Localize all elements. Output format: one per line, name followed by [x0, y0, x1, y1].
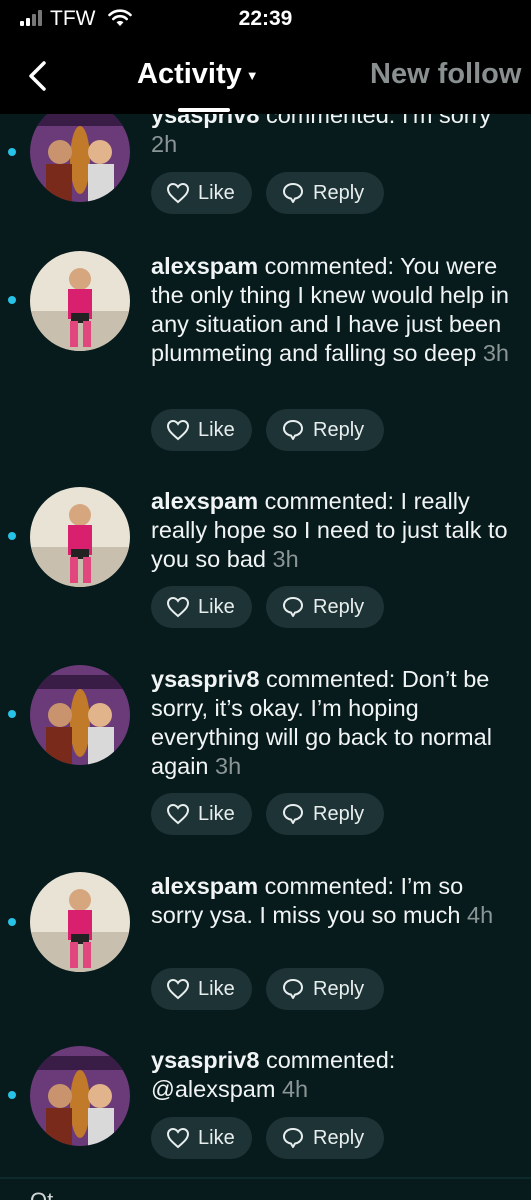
heart-icon: [166, 182, 190, 204]
avatar[interactable]: [30, 665, 130, 765]
unread-dot: [8, 532, 16, 540]
reply-label: Reply: [313, 595, 365, 618]
like-button[interactable]: Like: [151, 586, 252, 628]
next-section-heading: Ot: [30, 1188, 53, 1200]
timestamp: 4h: [281, 1076, 309, 1102]
like-button[interactable]: Like: [151, 793, 252, 835]
username[interactable]: ysaspriv8: [151, 666, 259, 692]
avatar[interactable]: [30, 102, 130, 202]
like-button[interactable]: Like: [151, 172, 252, 214]
reply-button[interactable]: Reply: [266, 409, 384, 451]
unread-dot: [8, 710, 16, 718]
tab-activity[interactable]: Activity ▼: [137, 58, 259, 91]
top-bar: TFW 22:39 Activity ▼ New follow: [0, 0, 531, 114]
reply-label: Reply: [313, 977, 365, 1000]
username[interactable]: alexspam: [151, 488, 258, 514]
like-label: Like: [198, 977, 235, 1000]
username[interactable]: ysaspriv8: [151, 1047, 259, 1073]
active-tab-indicator: [178, 108, 230, 112]
reply-label: Reply: [313, 418, 365, 441]
username[interactable]: alexspam: [151, 873, 258, 899]
unread-dot: [8, 148, 16, 156]
like-button[interactable]: Like: [151, 1117, 252, 1159]
timestamp: 3h: [215, 753, 242, 779]
action-label: commented:: [264, 488, 394, 514]
like-label: Like: [198, 802, 235, 825]
comment-text: ysaspriv8 commented: Don’t be sorry, it’…: [151, 665, 521, 781]
like-label: Like: [198, 595, 235, 618]
like-label: Like: [198, 1126, 235, 1149]
reply-label: Reply: [313, 802, 365, 825]
reply-label: Reply: [313, 1126, 365, 1149]
avatar[interactable]: [30, 251, 130, 351]
reply-button[interactable]: Reply: [266, 793, 384, 835]
action-label: commented:: [265, 1047, 396, 1073]
reply-button[interactable]: Reply: [266, 586, 384, 628]
like-button[interactable]: Like: [151, 409, 252, 451]
speech-bubble-icon: [283, 183, 303, 203]
avatar[interactable]: [30, 1046, 130, 1146]
timestamp: 4h: [467, 902, 494, 928]
timestamp: 3h: [482, 340, 509, 366]
reply-button[interactable]: Reply: [266, 172, 384, 214]
action-label: commented:: [264, 253, 394, 279]
speech-bubble-icon: [283, 420, 303, 440]
speech-bubble-icon: [283, 1128, 303, 1148]
action-label: commented:: [264, 873, 394, 899]
unread-dot: [8, 296, 16, 304]
comment-text: ysaspriv8 commented: @alexspam 4h: [151, 1046, 521, 1104]
timestamp: 2h: [151, 131, 178, 157]
tab-activity-label: Activity: [137, 58, 242, 90]
unread-dot: [8, 1091, 16, 1099]
section-divider: [0, 1177, 531, 1179]
heart-icon: [166, 596, 190, 618]
timestamp: 3h: [272, 546, 299, 572]
heart-icon: [166, 419, 190, 441]
reply-button[interactable]: Reply: [266, 1117, 384, 1159]
reply-label: Reply: [313, 181, 365, 204]
like-label: Like: [198, 418, 235, 441]
comment-text: alexspam commented: You were the only th…: [151, 252, 521, 368]
status-bar: TFW 22:39: [0, 0, 531, 38]
heart-icon: [166, 1127, 190, 1149]
action-label: commented:: [265, 666, 396, 692]
username[interactable]: alexspam: [151, 253, 258, 279]
comment-text: alexspam commented: I really really hope…: [151, 487, 521, 574]
dropdown-caret-icon: ▼: [245, 67, 259, 83]
heart-icon: [166, 803, 190, 825]
back-arrow-icon[interactable]: [26, 60, 48, 92]
comment-body: @alexspam: [151, 1076, 276, 1102]
activity-feed[interactable]: ysaspriv8 commented: I'm sorry 2h Like R…: [0, 0, 531, 1200]
avatar[interactable]: [30, 872, 130, 972]
avatar[interactable]: [30, 487, 130, 587]
clock: 22:39: [238, 7, 293, 30]
speech-bubble-icon: [283, 804, 303, 824]
speech-bubble-icon: [283, 597, 303, 617]
comment-text: alexspam commented: I’m so sorry ysa. I …: [151, 872, 521, 930]
heart-icon: [166, 978, 190, 1000]
unread-dot: [8, 918, 16, 926]
like-label: Like: [198, 181, 235, 204]
speech-bubble-icon: [283, 979, 303, 999]
like-button[interactable]: Like: [151, 968, 252, 1010]
tab-new-followers[interactable]: New follow: [370, 58, 521, 91]
reply-button[interactable]: Reply: [266, 968, 384, 1010]
